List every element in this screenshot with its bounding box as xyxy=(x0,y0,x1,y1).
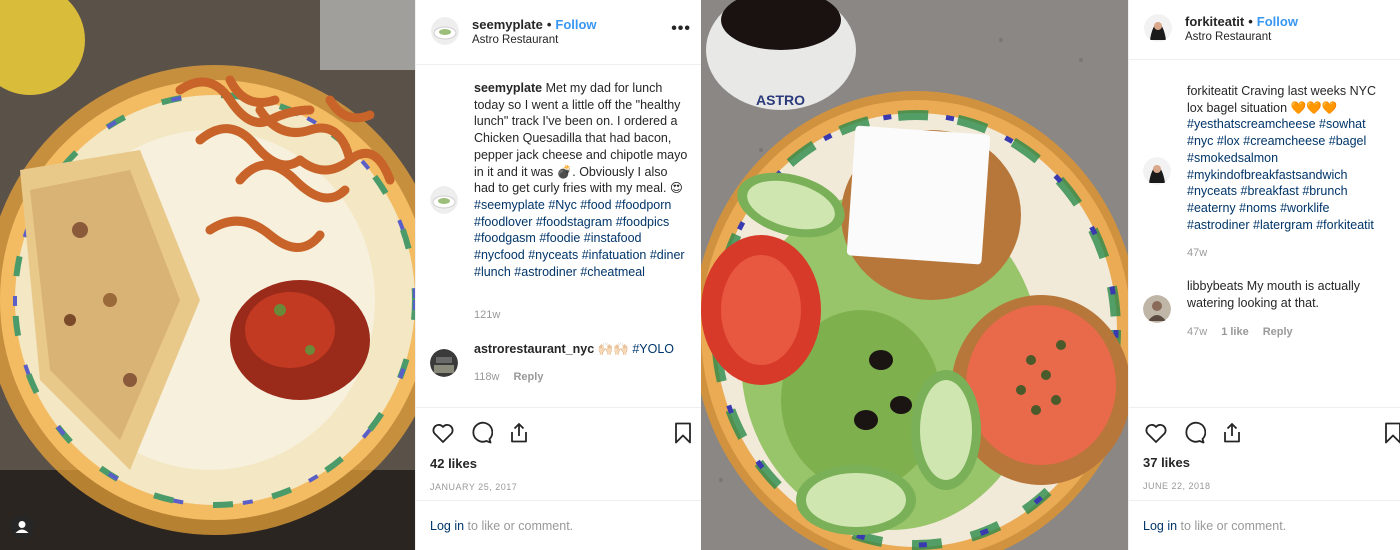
comment-icon[interactable] xyxy=(469,421,493,445)
username-link[interactable]: forkiteatit xyxy=(1185,14,1244,29)
separator-dot: • xyxy=(546,17,552,32)
post-panel-seemyplate: seemyplate • Follow Astro Restaurant ••• s… xyxy=(415,0,701,550)
post-actions: 37 likes JUNE 22, 2018 xyxy=(1129,407,1400,502)
svg-text:ASTRO: ASTRO xyxy=(756,92,805,108)
post-panel-forkiteatit: forkiteatit • Follow Astro Restaurant fork… xyxy=(1128,0,1400,550)
comment-timestamp[interactable]: 118w xyxy=(474,371,499,383)
follow-button[interactable]: Follow xyxy=(555,17,596,32)
comment-icon[interactable] xyxy=(1182,421,1206,445)
heart-icon[interactable] xyxy=(431,421,455,445)
login-prompt: Log in to like or comment. xyxy=(416,500,701,550)
location-link[interactable]: Astro Restaurant xyxy=(1185,31,1271,43)
caption-timestamp[interactable]: 121w xyxy=(474,309,500,321)
bookmark-icon[interactable] xyxy=(671,421,695,445)
location-link[interactable]: Astro Restaurant xyxy=(472,34,558,46)
post-date[interactable]: JANUARY 25, 2017 xyxy=(430,482,517,492)
comment-username[interactable]: libbybeats xyxy=(1187,279,1243,293)
heart-icon[interactable] xyxy=(1144,421,1168,445)
avatar[interactable] xyxy=(1144,14,1172,42)
post-header: forkiteatit • Follow Astro Restaurant xyxy=(1129,0,1400,60)
caption-text: Met my dad for lunch today so I went a l… xyxy=(474,81,688,196)
bookmark-icon[interactable] xyxy=(1381,421,1400,445)
caption-avatar[interactable] xyxy=(430,186,458,214)
likes-count[interactable]: 37 likes xyxy=(1143,455,1190,470)
share-icon[interactable] xyxy=(1220,421,1244,445)
post-date[interactable]: JUNE 22, 2018 xyxy=(1143,481,1211,491)
post-photo-lox-bagel[interactable]: ASTRO xyxy=(701,0,1128,550)
login-prompt-text: to like or comment. xyxy=(467,519,574,533)
username-row: seemyplate • Follow xyxy=(472,17,597,32)
post-actions: 42 likes JANUARY 25, 2017 xyxy=(416,407,701,502)
caption-comment: seemyplate Met my dad for lunch today so… xyxy=(474,80,689,280)
caption-meta: 121w xyxy=(474,309,514,321)
reply-button[interactable]: Reply xyxy=(1263,326,1293,338)
caption-username[interactable]: forkiteatit xyxy=(1187,84,1238,98)
commenter-avatar[interactable] xyxy=(430,349,458,377)
share-icon[interactable] xyxy=(507,421,531,445)
likes-count[interactable]: 42 likes xyxy=(430,456,477,471)
username-row: forkiteatit • Follow xyxy=(1185,14,1298,29)
caption-comment: forkiteatit Craving last weeks NYC lox b… xyxy=(1187,83,1392,233)
caption-hashtags[interactable]: #yesthatscreamcheese #sowhat #nyc #lox #… xyxy=(1187,117,1374,231)
caption-timestamp[interactable]: 47w xyxy=(1187,247,1207,259)
comment-astrorestaurant: astrorestaurant_nyc 🙌🏻🙌🏻 #YOLO xyxy=(474,341,689,358)
caption-hashtags[interactable]: #seemyplate #Nyc #food #foodporn #foodlo… xyxy=(474,198,685,279)
comment-meta: 118w Reply xyxy=(474,371,557,383)
caption-username[interactable]: seemyplate xyxy=(474,81,542,95)
comment-likes[interactable]: 1 like xyxy=(1221,326,1249,338)
commenter-avatar[interactable] xyxy=(1143,295,1171,323)
follow-button[interactable]: Follow xyxy=(1257,14,1298,29)
more-options-icon[interactable]: ••• xyxy=(671,20,691,38)
comment-text: 🙌🏻🙌🏻 xyxy=(597,342,629,356)
user-tag-icon[interactable] xyxy=(10,515,34,539)
comment-hashtag[interactable]: #YOLO xyxy=(632,342,674,356)
reply-button[interactable]: Reply xyxy=(513,371,543,383)
comment-timestamp[interactable]: 47w xyxy=(1187,326,1207,338)
separator-dot: • xyxy=(1248,14,1253,29)
caption-meta: 47w xyxy=(1187,247,1221,259)
comment-username[interactable]: astrorestaurant_nyc xyxy=(474,342,594,356)
avatar[interactable] xyxy=(431,17,459,45)
post-photo-quesadilla[interactable] xyxy=(0,0,415,550)
login-prompt: Log in to like or comment. xyxy=(1129,500,1400,550)
post-header: seemyplate • Follow Astro Restaurant ••• xyxy=(416,0,701,65)
comment-libbybeats: libbybeats My mouth is actually watering… xyxy=(1187,278,1392,311)
comment-meta: 47w 1 like Reply xyxy=(1187,326,1307,338)
login-link[interactable]: Log in xyxy=(430,519,464,533)
caption-avatar[interactable] xyxy=(1143,157,1171,185)
login-link[interactable]: Log in xyxy=(1143,519,1177,533)
login-prompt-text: to like or comment. xyxy=(1180,519,1287,533)
username-link[interactable]: seemyplate xyxy=(472,17,543,32)
